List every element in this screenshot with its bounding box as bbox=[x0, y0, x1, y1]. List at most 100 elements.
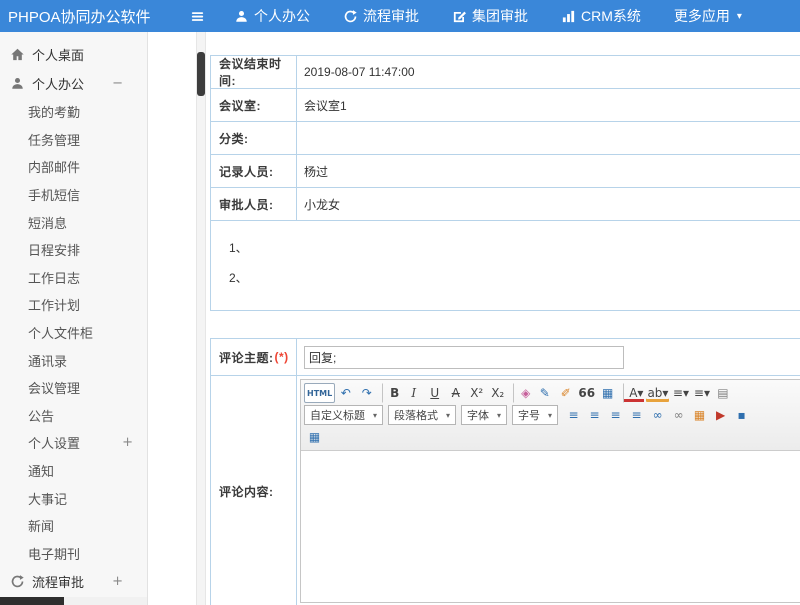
sidebar-subitem-label: 手机短信 bbox=[28, 185, 80, 204]
vertical-scrollbar[interactable] bbox=[196, 32, 206, 605]
sidebar-subitem[interactable]: 手机短信 bbox=[0, 181, 147, 209]
form-row: 会议结束时间: 2019-08-07 11:47:00 bbox=[211, 56, 800, 89]
sidebar-subitem[interactable]: 短消息 bbox=[0, 208, 147, 236]
insert-media-icon[interactable]: ▶ bbox=[710, 405, 731, 425]
bold-icon[interactable]: B bbox=[382, 383, 403, 403]
collapse-icon[interactable]: − bbox=[112, 76, 137, 91]
align-left-icon[interactable]: ≡ bbox=[563, 405, 584, 425]
dropdown-label: 段落格式 bbox=[394, 407, 438, 423]
sidebar-subitem[interactable]: 通知 bbox=[0, 457, 147, 485]
sidebar-subitem-label: 新闻 bbox=[28, 516, 54, 535]
field-label: 分类: bbox=[211, 122, 297, 154]
sidebar-submenu: 我的考勤 任务管理 内部邮件 手机短信 bbox=[0, 98, 147, 567]
menu-toggle-icon[interactable] bbox=[190, 9, 212, 24]
paragraph-format-select[interactable]: 段落格式 ▾ bbox=[388, 405, 456, 425]
subscript-icon[interactable]: X₂ bbox=[487, 383, 508, 403]
insert-link-icon[interactable]: ∞ bbox=[647, 405, 668, 425]
insert-image-icon[interactable]: ▦ bbox=[689, 405, 710, 425]
remove-format-icon[interactable]: ◈ bbox=[513, 383, 534, 403]
align-right-icon[interactable]: ≡ bbox=[605, 405, 626, 425]
source-html-button[interactable]: HTML bbox=[304, 383, 335, 403]
note-line: 1、 bbox=[229, 233, 800, 263]
align-center-icon[interactable]: ≡ bbox=[584, 405, 605, 425]
sidebar-item-desktop[interactable]: 个人桌面 bbox=[0, 40, 147, 69]
sidebar-subitem-label: 工作日志 bbox=[28, 268, 80, 287]
sidebar-subitem[interactable]: 会议管理 bbox=[0, 374, 147, 402]
sidebar-subitem[interactable]: 大事记 bbox=[0, 484, 147, 512]
sidebar-subitem[interactable]: 日程安排 bbox=[0, 236, 147, 264]
font-family-select[interactable]: 字体 ▾ bbox=[461, 405, 507, 425]
form-row: 会议室: 会议室1 bbox=[211, 89, 800, 122]
italic-icon[interactable]: I bbox=[403, 383, 424, 403]
editor-content-area[interactable] bbox=[301, 451, 800, 602]
sidebar-subitem-label: 公告 bbox=[28, 406, 54, 425]
dropdown-label: 字号 bbox=[518, 407, 540, 423]
ordered-list-icon[interactable]: ≡▾ bbox=[670, 383, 691, 403]
sidebar: 个人桌面 个人办公 − 我的考勤 任务管理 内部邮件 bbox=[0, 32, 148, 605]
highlight-color-icon[interactable]: ab▾ bbox=[645, 383, 670, 403]
sidebar-subitem[interactable]: 新闻 bbox=[0, 512, 147, 540]
topbar-nav-item[interactable]: 集团审批 bbox=[452, 6, 535, 26]
blockquote-icon[interactable]: 66 bbox=[576, 383, 597, 403]
sidebar-item-personal-office[interactable]: 个人办公 − bbox=[0, 69, 147, 98]
remove-link-icon[interactable]: ∞ bbox=[668, 405, 689, 425]
rich-text-editor: HTML ↶ ↷ B I U bbox=[300, 379, 800, 603]
app-logo[interactable]: PHPOA协同办公软件 bbox=[0, 6, 190, 27]
field-label: 记录人员: bbox=[211, 155, 297, 187]
format-painter-icon[interactable]: ✎ bbox=[534, 383, 555, 403]
toolbar-buttons: ≡ ≡ ≡ ≡ ∞ bbox=[563, 405, 752, 425]
form-row: 记录人员: 杨过 bbox=[211, 155, 800, 188]
field-value: 会议室1 bbox=[297, 89, 800, 121]
expand-icon[interactable]: + bbox=[112, 574, 137, 589]
insert-file-icon[interactable]: ▪ bbox=[731, 405, 752, 425]
comment-subject-row: 评论主题: (*) bbox=[211, 339, 800, 376]
heading-select[interactable]: 自定义标题 ▾ bbox=[304, 405, 383, 425]
undo-icon[interactable]: ↶ bbox=[335, 383, 356, 403]
field-label: 评论主题: bbox=[219, 349, 274, 366]
horizontal-scrollbar[interactable] bbox=[0, 597, 147, 605]
nav-item-icon bbox=[452, 9, 467, 24]
topbar-nav: 个人办公 流程审批 集团审批 CRM系统 bbox=[234, 6, 742, 26]
sidebar-subitem[interactable]: 通讯录 bbox=[0, 346, 147, 374]
sidebar-item-workflow-approval[interactable]: 流程审批 + bbox=[0, 567, 147, 596]
caret-down-icon: ▾ bbox=[373, 411, 377, 420]
superscript-icon[interactable]: X² bbox=[466, 383, 487, 403]
insert-table-icon[interactable]: ▦ bbox=[597, 383, 618, 403]
insert-calendar-icon[interactable]: ▦ bbox=[304, 427, 325, 447]
sidebar-subitem[interactable]: 内部邮件 bbox=[0, 153, 147, 181]
marker-pen-icon[interactable]: ✐ bbox=[555, 383, 576, 403]
sidebar-subitem[interactable]: 个人文件柜 bbox=[0, 319, 147, 347]
align-justify-icon[interactable]: ≡ bbox=[626, 405, 647, 425]
field-value: 杨过 bbox=[297, 155, 800, 187]
topbar-nav-item[interactable]: 流程审批 bbox=[343, 6, 426, 26]
topbar-nav-item[interactable]: 更多应用 ▾ bbox=[674, 6, 742, 26]
sidebar-subitem[interactable]: 我的考勤 bbox=[0, 98, 147, 126]
sidebar-subitem[interactable]: 工作计划 bbox=[0, 291, 147, 319]
underline-icon[interactable]: U bbox=[424, 383, 445, 403]
font-color-icon[interactable]: A▾ bbox=[623, 383, 645, 403]
sidebar-subitem[interactable]: 公告 bbox=[0, 402, 147, 430]
sidebar-subitem[interactable]: 电子期刊 bbox=[0, 540, 147, 568]
page-template-icon[interactable]: ▤ bbox=[712, 383, 733, 403]
sidebar-subitem-label: 日程安排 bbox=[28, 240, 80, 259]
font-size-select[interactable]: 字号 ▾ bbox=[512, 405, 558, 425]
strikethrough-icon[interactable]: A bbox=[445, 383, 466, 403]
phpoa-app-window: PHPOA协同办公软件 个人办公 流程审批 bbox=[0, 0, 800, 605]
expand-icon: + bbox=[122, 435, 147, 450]
comment-subject-input[interactable] bbox=[304, 346, 624, 369]
redo-icon[interactable]: ↷ bbox=[356, 383, 377, 403]
sidebar-subitem-label: 工作计划 bbox=[28, 295, 80, 314]
sidebar-subitem[interactable]: 工作日志 bbox=[0, 264, 147, 292]
sidebar-subitem[interactable]: 任务管理 bbox=[0, 126, 147, 154]
topbar-nav-item[interactable]: CRM系统 bbox=[561, 6, 648, 26]
unordered-list-icon[interactable]: ≡▾ bbox=[691, 383, 712, 403]
caret-down-icon: ▾ bbox=[737, 11, 742, 22]
topbar-nav-item[interactable]: 个人办公 bbox=[234, 6, 317, 26]
nav-item-icon bbox=[343, 9, 358, 24]
comment-content-cell: HTML ↶ ↷ B I U bbox=[297, 376, 800, 605]
scrollbar-thumb[interactable] bbox=[0, 597, 64, 605]
meeting-detail-table: 会议结束时间: 2019-08-07 11:47:00 会议室: 会议室1 分类… bbox=[210, 55, 800, 221]
sidebar-subitem-label: 任务管理 bbox=[28, 130, 80, 149]
sidebar-subitem[interactable]: 个人设置 + bbox=[0, 429, 147, 457]
scrollbar-thumb[interactable] bbox=[197, 52, 205, 96]
